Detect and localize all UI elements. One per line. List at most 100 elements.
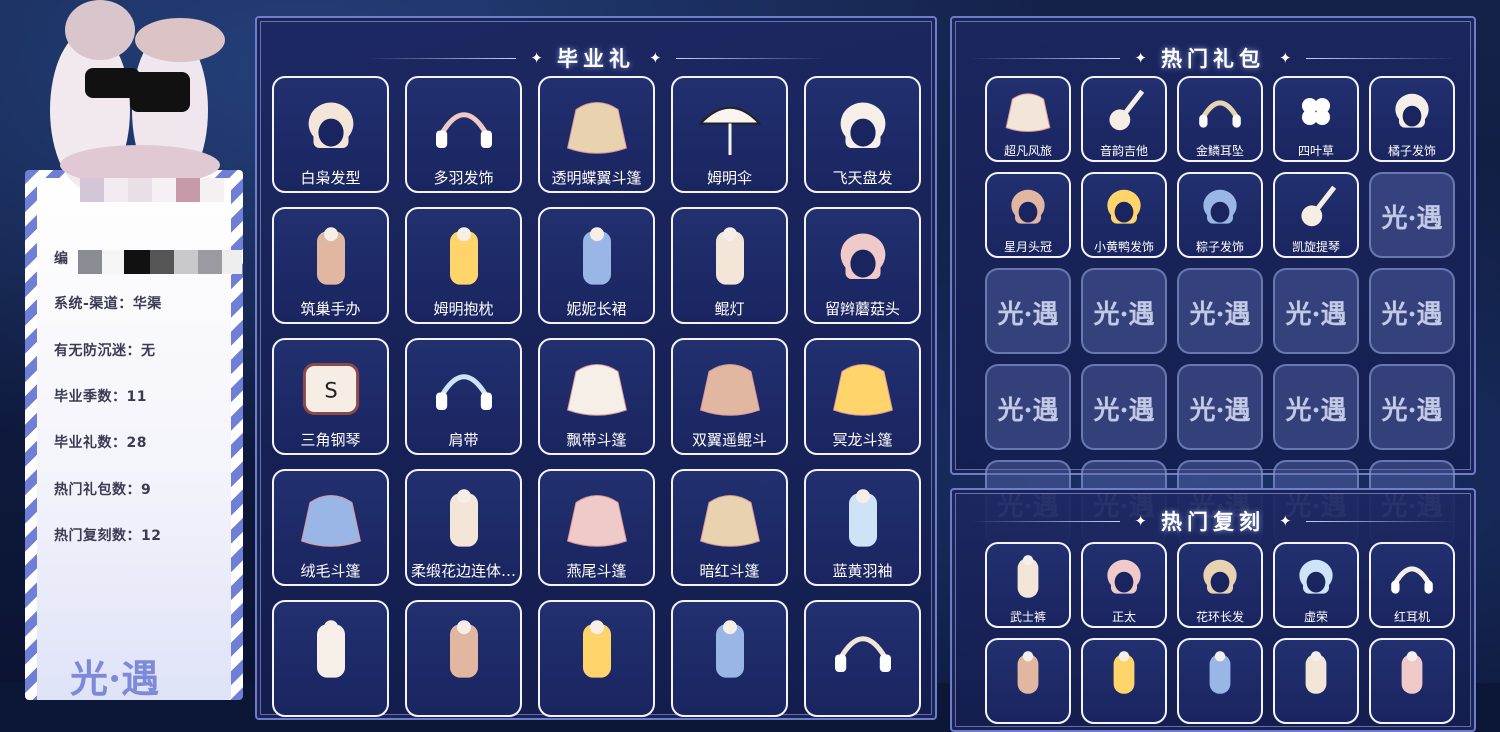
hot-packs-item[interactable]: 金鳞耳坠	[1177, 76, 1263, 162]
item-label: 暗红斗篷	[699, 562, 760, 580]
item-label: 姆明抱枕	[433, 300, 494, 318]
hot-packs-item[interactable]: 小黄鸭发饰	[1081, 172, 1167, 258]
title-divider-right	[675, 57, 826, 59]
graduation-item[interactable]	[405, 600, 522, 717]
empty-slot: 光·遇	[1177, 364, 1263, 450]
item-label: 燕尾斗篷	[566, 562, 627, 580]
item-label: 绒毛斗篷	[300, 562, 361, 580]
info-hot-packs: 热门礼包数：9	[54, 482, 152, 498]
game-logo-watermark: 光·遇	[1381, 396, 1443, 426]
graduation-item[interactable]: 姆明抱枕	[405, 207, 522, 324]
graduation-item[interactable]: 透明蝶翼斗篷	[538, 76, 655, 193]
graduation-item[interactable]: 暗红斗篷	[671, 469, 788, 586]
hot-reruns-item[interactable]: 武士裤	[985, 542, 1071, 628]
info-channel: 系统-渠道：华渠	[54, 296, 162, 312]
sparkle-icon: ✦	[649, 49, 662, 67]
item-label: 花环长发	[1195, 610, 1244, 624]
graduation-item[interactable]: 燕尾斗篷	[538, 469, 655, 586]
item-label: 武士裤	[1009, 610, 1046, 624]
blurred-avatar	[80, 178, 224, 202]
sparkle-icon: ✦	[1134, 49, 1147, 67]
item-label: 超凡风旅	[1003, 144, 1052, 158]
graduation-item[interactable]: 双翼遥鲲斗	[671, 338, 788, 455]
graduation-item[interactable]: 冥龙斗篷	[804, 338, 921, 455]
hot-reruns-title: 热门复刻	[1161, 510, 1265, 534]
item-label: 飘带斗篷	[566, 431, 627, 449]
graduation-item[interactable]: 蓝黄羽袖	[804, 469, 921, 586]
empty-slot: 光·遇	[1369, 172, 1455, 258]
item-label: 透明蝶翼斗篷	[551, 169, 642, 187]
graduation-item[interactable]	[272, 600, 389, 717]
item-label: 音韵吉他	[1099, 144, 1148, 158]
hot-packs-item[interactable]: 凯旋提琴	[1273, 172, 1359, 258]
hot-packs-item[interactable]: 超凡风旅	[985, 76, 1071, 162]
item-label: 四叶草	[1297, 144, 1334, 158]
hot-packs-item[interactable]: 橘子发饰	[1369, 76, 1455, 162]
game-logo-watermark: 光·遇	[1189, 396, 1251, 426]
item-label: 凯旋提琴	[1291, 240, 1340, 254]
sparkle-icon: ✦	[1279, 512, 1292, 530]
graduation-grid: 白枭发型 多羽发饰 透明蝶翼斗篷 姆明伞 飞天盘发筑巢手办 姆明抱枕 妮妮长裙 鲲灯 留辫蘑菇头…	[272, 76, 921, 717]
item-label: 星月头冠	[1003, 240, 1052, 254]
empty-slot: 光·遇	[1369, 364, 1455, 450]
graduation-item[interactable]: 飘带斗篷	[538, 338, 655, 455]
graduation-item[interactable]: 妮妮长裙	[538, 207, 655, 324]
svg-text:S: S	[324, 378, 337, 402]
hot-packs-item[interactable]: 音韵吉他	[1081, 76, 1167, 162]
id-label: 编	[54, 251, 69, 267]
graduation-item[interactable]: 白枭发型	[272, 76, 389, 193]
hot-reruns-item[interactable]: 红耳机	[1369, 542, 1455, 628]
graduation-item[interactable]: 多羽发饰	[405, 76, 522, 193]
item-label: 肩带	[448, 431, 479, 449]
graduation-item[interactable]: 柔缎花边连体…	[405, 469, 522, 586]
graduation-item[interactable]: 肩带	[405, 338, 522, 455]
game-logo-watermark: 光·遇	[1285, 300, 1347, 330]
hot-packs-panel-title: ✦ 热门礼包 ✦	[952, 46, 1474, 71]
graduation-item[interactable]: 绒毛斗篷	[272, 469, 389, 586]
graduation-item[interactable]	[671, 600, 788, 717]
graduation-item[interactable]: 筑巢手办	[272, 207, 389, 324]
hot-reruns-item[interactable]: 花环长发	[1177, 542, 1263, 628]
game-logo-watermark: 光·遇	[1381, 204, 1443, 234]
item-label: 柔缎花边连体…	[410, 562, 516, 580]
hot-reruns-item[interactable]	[1081, 638, 1167, 724]
item-label: 正太	[1111, 610, 1136, 624]
info-anti-addiction: 有无防沉迷：无	[54, 343, 156, 359]
empty-slot: 光·遇	[1081, 364, 1167, 450]
graduation-item[interactable]: 留辫蘑菇头	[804, 207, 921, 324]
game-logo: 光·遇	[70, 656, 160, 701]
game-logo-watermark: 光·遇	[1093, 396, 1155, 426]
empty-slot: 光·遇	[985, 268, 1071, 354]
empty-slot: 光·遇	[985, 364, 1071, 450]
info-hot-reruns: 热门复刻数：12	[54, 528, 162, 544]
hot-reruns-item[interactable]	[1273, 638, 1359, 724]
graduation-item[interactable]	[804, 600, 921, 717]
game-logo-watermark: 光·遇	[997, 396, 1059, 426]
hot-reruns-panel-title: ✦ 热门复刻 ✦	[952, 509, 1474, 534]
hot-reruns-item[interactable]: 虚荣	[1273, 542, 1359, 628]
sparkle-icon: ✦	[1134, 512, 1147, 530]
hot-packs-item[interactable]: 星月头冠	[985, 172, 1071, 258]
hot-reruns-item[interactable]	[1369, 638, 1455, 724]
hot-reruns-item[interactable]: 正太	[1081, 542, 1167, 628]
graduation-item[interactable]	[538, 600, 655, 717]
item-label: 白枭发型	[300, 169, 361, 187]
hot-packs-grid: 超凡风旅 音韵吉他 金鳞耳坠 四叶草 橘子发饰 星月头冠 小黄鸭发饰 粽子发饰 凯旋提琴 光·遇光…	[985, 76, 1455, 546]
item-label: 小黄鸭发饰	[1093, 240, 1154, 254]
graduation-item[interactable]: 姆明伞	[671, 76, 788, 193]
title-divider-left	[970, 57, 1121, 59]
info-graduation-gifts: 毕业礼数：28	[54, 435, 147, 451]
hot-packs-item[interactable]: 四叶草	[1273, 76, 1359, 162]
hot-reruns-item[interactable]	[1177, 638, 1263, 724]
hot-reruns-item[interactable]	[985, 638, 1071, 724]
game-logo-watermark: 光·遇	[1285, 396, 1347, 426]
graduation-item[interactable]: 飞天盘发	[804, 76, 921, 193]
item-label: 金鳞耳坠	[1195, 144, 1244, 158]
graduation-title: 毕业礼	[557, 47, 635, 71]
title-divider-right	[1305, 57, 1456, 59]
graduation-item[interactable]: S 三角钢琴	[272, 338, 389, 455]
character-figure-icon	[50, 0, 225, 190]
graduation-item[interactable]: 鲲灯	[671, 207, 788, 324]
blurred-id	[78, 250, 242, 274]
hot-packs-item[interactable]: 粽子发饰	[1177, 172, 1263, 258]
